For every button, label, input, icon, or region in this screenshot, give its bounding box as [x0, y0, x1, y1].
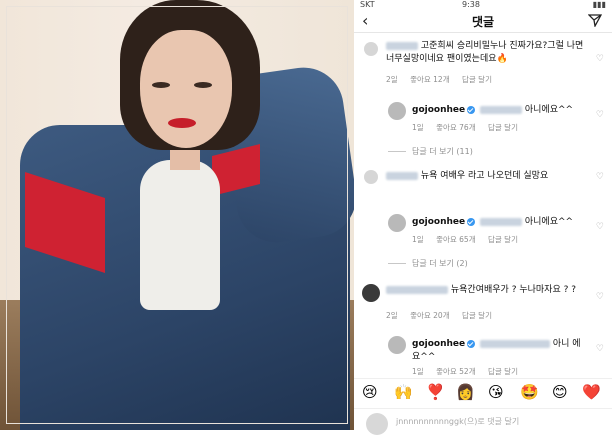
comment-age: 1일: [412, 367, 424, 376]
view-more-label: 답글 더 보기 (2): [412, 259, 468, 268]
comment-text: 뉴욕간여배우가 ? 누나마자요 ? ?: [386, 284, 591, 297]
comments-panel: SKT 9:38 ▮▮▮ ‹ 댓글 고준희씨 승리비밀누나 진짜가요?그럴 나면…: [354, 0, 612, 435]
emoji-crying[interactable]: 😢: [362, 383, 378, 401]
verified-badge-icon: [467, 105, 476, 114]
heart-outline-icon[interactable]: ♡: [596, 172, 604, 182]
comment-age: 2일: [386, 311, 398, 320]
blurred-mention: [479, 217, 522, 226]
clock-label: 9:38: [462, 0, 480, 9]
comment-age: 2일: [386, 75, 398, 84]
username[interactable]: gojoonhee: [412, 339, 465, 349]
comment-text: 고준희씨 승리비밀누나 진짜가요?그럴 나면너무실망이네요 팬이였는데요🔥: [386, 40, 591, 66]
photo-frame: [6, 6, 348, 424]
reply-link[interactable]: 답글 달기: [462, 311, 492, 320]
avatar[interactable]: [364, 42, 378, 56]
like-count[interactable]: 좋아요 65개: [436, 235, 476, 244]
comment-text: 뉴욕 여배우 라고 나오던데 실망요: [386, 170, 591, 183]
divider-dash: [388, 151, 406, 152]
emoji-star-struck[interactable]: 🤩: [520, 383, 539, 401]
blurred-mention: [479, 105, 522, 114]
like-count[interactable]: 좋아요 76개: [436, 123, 476, 132]
emoji-woman[interactable]: 👩: [456, 383, 475, 401]
heart-outline-icon[interactable]: ♡: [596, 292, 604, 302]
top-nav: ‹ 댓글: [354, 10, 612, 33]
blurred-username: [386, 41, 418, 50]
verified-badge-icon: [467, 339, 476, 348]
reply-link[interactable]: 답글 달기: [488, 123, 518, 132]
avatar: [366, 413, 388, 435]
emoji-red-heart[interactable]: ❤️: [582, 383, 601, 401]
carrier-label: SKT: [360, 0, 375, 9]
comment-body: 아니에요^^: [524, 217, 574, 227]
avatar[interactable]: [388, 214, 406, 232]
comment-body: 뉴욕간여배우가 ? 누나마자요 ? ?: [450, 285, 577, 295]
username[interactable]: gojoonhee: [412, 105, 465, 115]
comment-input-bar: jnnnnnnnnnnggk(으)로 댓글 달기: [354, 408, 612, 435]
heart-outline-icon[interactable]: ♡: [596, 54, 604, 64]
post-photo: [0, 0, 354, 430]
comment-meta: 1일 좋아요 52개 답글 달기: [412, 366, 528, 377]
emoji-raised-hands[interactable]: 🙌: [394, 383, 413, 401]
blurred-username: [386, 285, 448, 294]
verified-badge-icon: [467, 217, 476, 226]
comment-body: 뉴욕 여배우 라고 나오던데 실망요: [420, 171, 549, 181]
battery-icon: ▮▮▮: [592, 0, 606, 9]
avatar[interactable]: [388, 102, 406, 120]
view-more-replies[interactable]: 답글 더 보기 (11): [388, 146, 473, 157]
comment-text: gojoonhee 아니에요^^: [412, 216, 592, 229]
blurred-username: [386, 171, 418, 180]
heart-outline-icon[interactable]: ♡: [596, 222, 604, 232]
emoji-heart-exclamation[interactable]: ❣️: [426, 383, 445, 401]
avatar[interactable]: [388, 336, 406, 354]
like-count[interactable]: 좋아요 20개: [410, 311, 450, 320]
reply-link[interactable]: 답글 달기: [462, 75, 492, 84]
blurred-mention: [479, 339, 550, 348]
emoji-kiss[interactable]: 😘: [488, 383, 504, 401]
username[interactable]: gojoonhee: [412, 217, 465, 227]
heart-outline-icon[interactable]: ♡: [596, 110, 604, 120]
avatar[interactable]: [364, 170, 378, 184]
comment-body: 아니에요^^: [524, 105, 574, 115]
divider-dash: [388, 263, 406, 264]
heart-outline-icon[interactable]: ♡: [596, 344, 604, 354]
comment-text: gojoonhee 아니에요^^: [412, 104, 592, 117]
comment-meta: 1일 좋아요 65개 답글 달기: [412, 234, 528, 245]
comment-age: 1일: [412, 235, 424, 244]
comment-age: 1일: [412, 123, 424, 132]
emoji-smile[interactable]: 😊: [552, 383, 568, 401]
comment-text: gojoonhee 아니 에요^^: [412, 338, 584, 364]
paper-plane-icon[interactable]: [587, 12, 603, 31]
comment-meta: 1일 좋아요 76개 답글 달기: [412, 122, 528, 133]
emoji-quick-bar: 😢 🙌 ❣️ 👩 😘 🤩 😊 ❤️: [354, 378, 612, 407]
view-more-label: 답글 더 보기 (11): [412, 147, 473, 156]
comment-meta: 2일 좋아요 12개 답글 달기: [386, 74, 502, 85]
reply-link[interactable]: 답글 달기: [488, 235, 518, 244]
page-title: 댓글: [471, 15, 495, 29]
like-count[interactable]: 좋아요 12개: [410, 75, 450, 84]
avatar[interactable]: [362, 284, 380, 302]
reply-link[interactable]: 답글 달기: [488, 367, 518, 376]
like-count[interactable]: 좋아요 52개: [436, 367, 476, 376]
comment-input[interactable]: jnnnnnnnnnnggk(으)로 댓글 달기: [396, 416, 519, 427]
comment-meta: 2일 좋아요 20개 답글 달기: [386, 310, 502, 321]
view-more-replies[interactable]: 답글 더 보기 (2): [388, 258, 468, 269]
